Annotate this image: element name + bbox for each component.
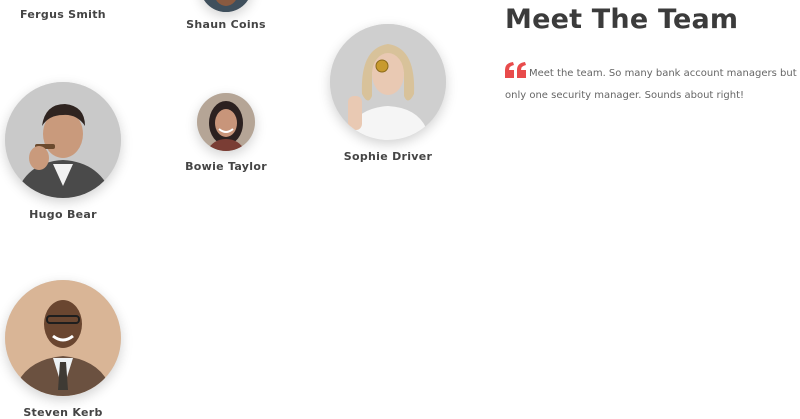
- member-avatar: [5, 280, 121, 396]
- team-member-sophie[interactable]: Sophie Driver: [330, 24, 446, 163]
- team-member-hugo[interactable]: Hugo Bear: [5, 82, 121, 221]
- section-title: Meet The Team: [505, 4, 739, 35]
- member-name: Steven Kerb: [23, 406, 103, 419]
- member-name: Sophie Driver: [343, 150, 433, 163]
- portrait-photo-icon: [197, 93, 255, 151]
- section-quote: Meet the team. So many bank account mana…: [505, 62, 800, 107]
- team-member-bowie[interactable]: Bowie Taylor: [176, 93, 276, 173]
- portrait-photo-icon: [330, 24, 446, 140]
- member-avatar: [330, 24, 446, 140]
- team-member-steven[interactable]: Steven Kerb: [5, 280, 121, 419]
- team-member-fergus[interactable]: Fergus Smith: [8, 8, 118, 21]
- member-name: Fergus Smith: [20, 8, 106, 21]
- member-avatar: [197, 93, 255, 151]
- team-member-shaun[interactable]: Shaun Coins: [176, 0, 276, 31]
- quote-text: Meet the team. So many bank account mana…: [505, 68, 797, 101]
- portrait-photo-icon: [5, 82, 121, 198]
- member-name: Shaun Coins: [186, 18, 266, 31]
- portrait-photo-icon: [200, 0, 252, 12]
- member-avatar: [200, 0, 252, 12]
- member-avatar: [5, 82, 121, 198]
- portrait-photo-icon: [5, 280, 121, 396]
- quote-icon: [505, 62, 527, 78]
- member-name: Bowie Taylor: [185, 160, 267, 173]
- member-name: Hugo Bear: [29, 208, 97, 221]
